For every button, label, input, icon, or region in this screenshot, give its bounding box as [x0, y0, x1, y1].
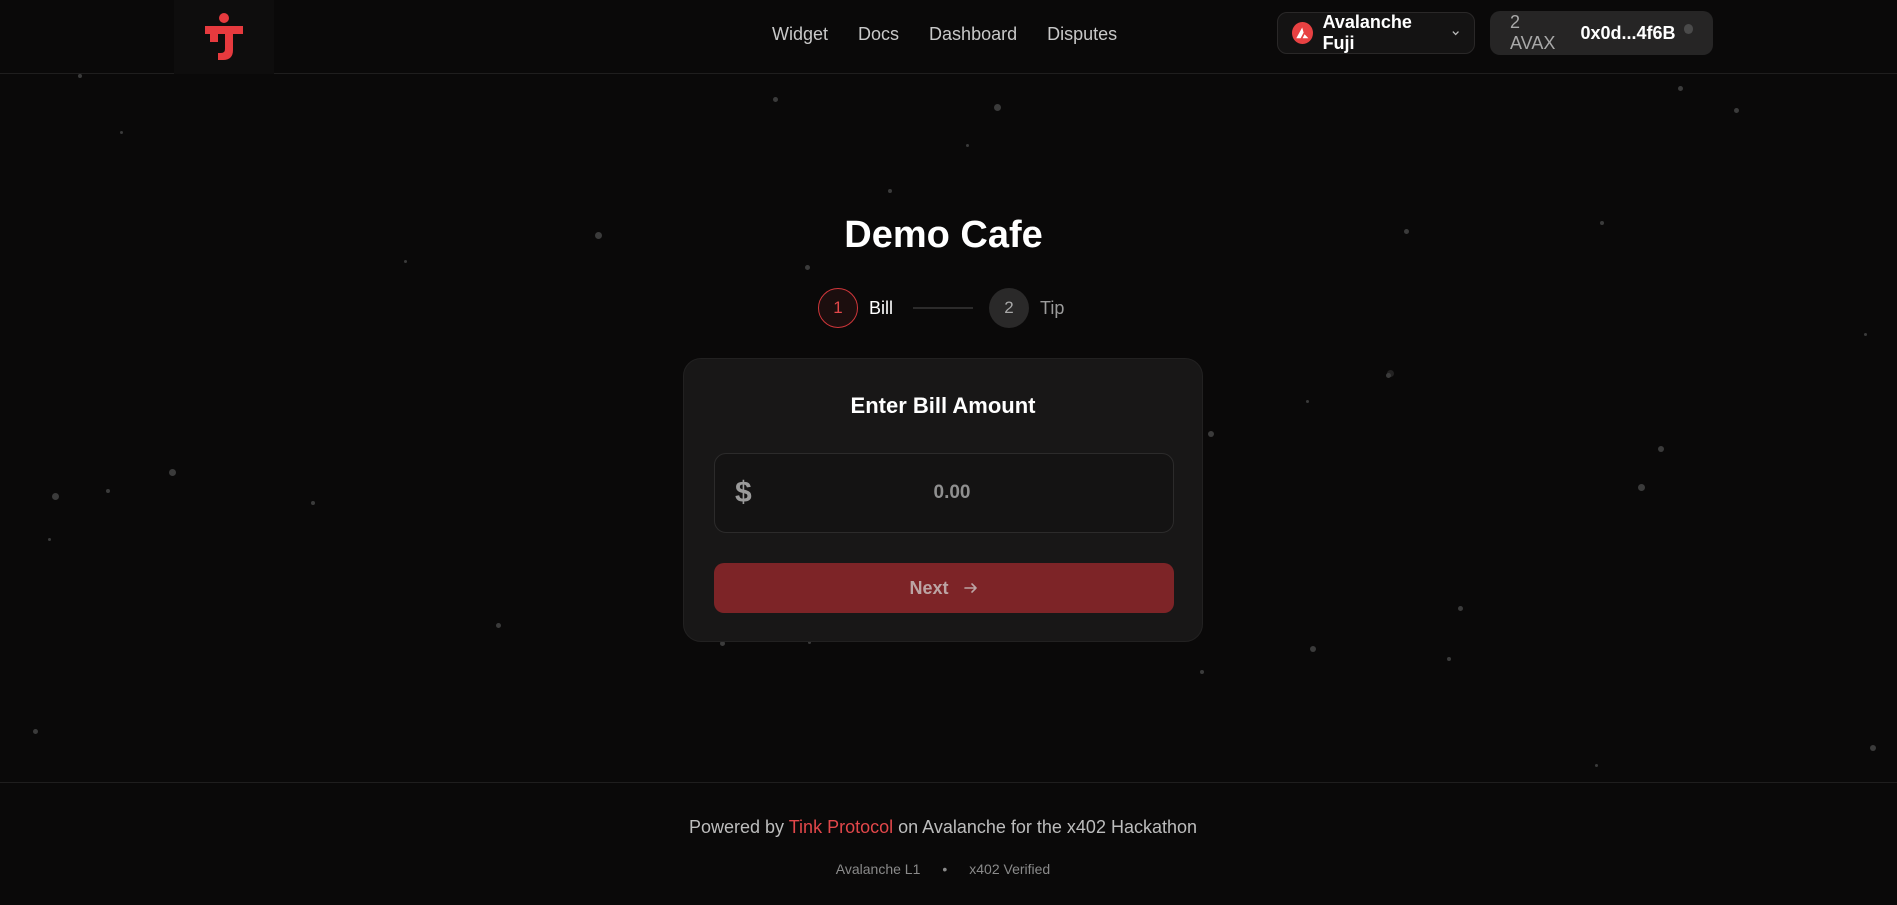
bill-amount-input[interactable] — [715, 454, 1173, 532]
step-1-label: Bill — [869, 297, 894, 318]
badge-avalanche-l1: Avalanche L1 — [835, 861, 921, 877]
network-selector[interactable]: Avalanche Fuji — [1277, 12, 1475, 54]
step-1-circle: 1 — [818, 288, 858, 328]
wallet-address: 0x0d...4f6B — [1580, 22, 1676, 43]
top-header: Widget Docs Dashboard Disputes Avalanche… — [0, 0, 1897, 74]
badge-separator: • — [942, 861, 948, 877]
nav-widget[interactable]: Widget — [772, 24, 828, 45]
step-connector — [913, 307, 974, 309]
wallet-account-button[interactable]: 2 AVAX 0x0d...4f6B — [1490, 11, 1713, 55]
currency-symbol: $ — [735, 476, 752, 509]
footer-suffix: on Avalanche for the x402 Hackathon — [898, 817, 1198, 837]
avalanche-icon — [1292, 22, 1313, 44]
next-button-label: Next — [909, 577, 949, 598]
wallet-status-dot — [1683, 24, 1693, 34]
footer-prefix: Powered by — [688, 817, 785, 837]
main-nav: Widget Docs Dashboard Disputes — [772, 22, 1117, 46]
footer-badges: Avalanche L1 • x402 Verified — [0, 861, 1886, 877]
step-indicator: 1 Bill 2 Tip — [818, 287, 1064, 329]
arrow-right-icon — [963, 583, 977, 593]
next-button[interactable]: Next — [714, 563, 1174, 613]
nav-disputes[interactable]: Disputes — [1047, 24, 1117, 45]
footer-credit: Powered by Tink Protocol on Avalanche fo… — [0, 817, 1886, 838]
nav-docs[interactable]: Docs — [858, 24, 899, 45]
step-2-label: Tip — [1040, 297, 1065, 318]
network-label: Avalanche Fuji — [1322, 12, 1412, 53]
tink-logo-icon — [205, 13, 243, 60]
wallet-balance: 2 AVAX — [1510, 12, 1556, 53]
bill-amount-field: $ — [714, 453, 1174, 533]
page: Widget Docs Dashboard Disputes Avalanche… — [0, 0, 1897, 905]
step-2-circle: 2 — [989, 288, 1030, 328]
page-title: Demo Cafe — [844, 214, 1043, 256]
badge-x402-verified: x402 Verified — [969, 861, 1051, 877]
nav-dashboard[interactable]: Dashboard — [929, 24, 1017, 45]
bill-card: Enter Bill Amount $ Next — [683, 358, 1203, 642]
page-footer: Powered by Tink Protocol on Avalanche fo… — [0, 782, 1897, 905]
card-title: Enter Bill Amount — [850, 393, 1036, 418]
tink-protocol-link[interactable]: Tink Protocol — [789, 817, 893, 837]
chevron-down-icon — [1452, 31, 1459, 36]
logo-link[interactable] — [174, 0, 274, 74]
